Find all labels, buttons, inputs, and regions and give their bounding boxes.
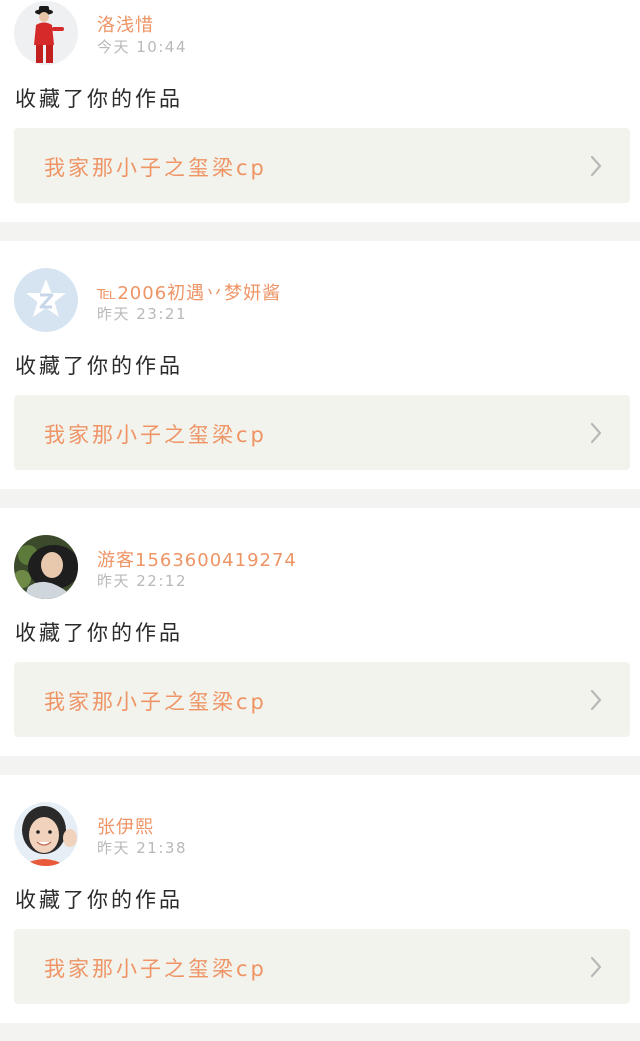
work-title: 我家那小子之玺梁cp (44, 957, 267, 981)
notification-card: 洛浅惜 今天 10:44 收藏了你的作品 我家那小子之玺梁cp (0, 0, 640, 222)
user-avatar[interactable] (14, 535, 78, 599)
work-link-button[interactable]: 我家那小子之玺梁cp (14, 128, 630, 203)
user-name[interactable]: 洛浅惜 (97, 11, 154, 37)
user-name[interactable]: 游客1563600419274 (97, 546, 297, 572)
photo-avatar-girl-smiling-icon (14, 802, 78, 866)
action-text: 收藏了你的作品 (15, 621, 183, 645)
work-link-button[interactable]: 我家那小子之玺梁cp (14, 662, 630, 737)
chevron-right-icon (590, 956, 602, 978)
user-name[interactable]: ℡2006初遇丷梦妍酱 (97, 279, 281, 305)
chevron-right-icon (590, 689, 602, 711)
photo-avatar-red-outfit-icon (14, 1, 78, 65)
action-text: 收藏了你的作品 (15, 87, 183, 111)
user-name[interactable]: 张伊熙 (97, 813, 154, 839)
action-text: 收藏了你的作品 (15, 888, 183, 912)
action-text: 收藏了你的作品 (15, 354, 183, 378)
chevron-right-icon (590, 155, 602, 177)
notification-card: ℡2006初遇丷梦妍酱 昨天 23:21 收藏了你的作品 我家那小子之玺梁cp (0, 241, 640, 489)
user-avatar[interactable] (14, 802, 78, 866)
qq-default-avatar-icon (14, 268, 78, 332)
timestamp: 今天 10:44 (97, 38, 187, 56)
photo-avatar-girl-lying-icon (14, 535, 78, 599)
notification-card: 张伊熙 昨天 21:38 收藏了你的作品 我家那小子之玺梁cp (0, 775, 640, 1023)
notification-feed: 洛浅惜 今天 10:44 收藏了你的作品 我家那小子之玺梁cp ℡2006初遇丷… (0, 0, 640, 1041)
work-link-button[interactable]: 我家那小子之玺梁cp (14, 395, 630, 470)
user-avatar[interactable] (14, 1, 78, 65)
user-avatar[interactable] (14, 268, 78, 332)
chevron-right-icon (590, 422, 602, 444)
work-title: 我家那小子之玺梁cp (44, 690, 267, 714)
timestamp: 昨天 22:12 (97, 572, 187, 590)
timestamp: 昨天 23:21 (97, 305, 187, 323)
timestamp: 昨天 21:38 (97, 839, 187, 857)
work-title: 我家那小子之玺梁cp (44, 156, 267, 180)
work-link-button[interactable]: 我家那小子之玺梁cp (14, 929, 630, 1004)
work-title: 我家那小子之玺梁cp (44, 423, 267, 447)
notification-card: 游客1563600419274 昨天 22:12 收藏了你的作品 我家那小子之玺… (0, 508, 640, 756)
